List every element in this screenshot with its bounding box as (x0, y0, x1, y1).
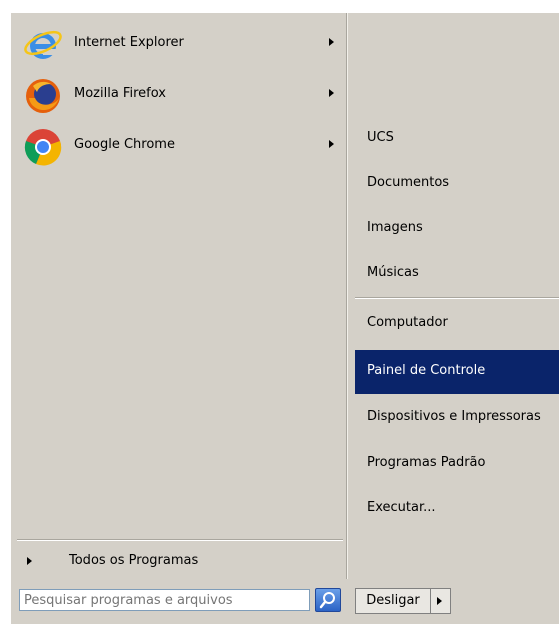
internet-explorer-icon (23, 25, 63, 65)
program-label: Mozilla Firefox (74, 86, 166, 101)
place-label: Computador (367, 315, 448, 330)
submenu-arrow-icon (329, 140, 334, 148)
place-item-musicas[interactable]: Músicas (355, 252, 559, 296)
place-item-ucs[interactable]: UCS (355, 117, 559, 161)
submenu-arrow-icon (329, 38, 334, 46)
search-button[interactable] (315, 588, 341, 612)
place-label: Imagens (367, 220, 423, 235)
shutdown-button[interactable]: Desligar (355, 588, 431, 614)
start-menu: Internet Explorer Mozilla Firefox Google… (10, 12, 559, 624)
place-item-executar[interactable]: Executar... (355, 487, 559, 531)
program-label: Internet Explorer (74, 35, 184, 50)
firefox-icon (23, 76, 63, 116)
bottom-bar: Desligar (11, 579, 559, 625)
place-label: UCS (367, 130, 394, 145)
place-label: Documentos (367, 175, 450, 190)
place-item-imagens[interactable]: Imagens (355, 207, 559, 251)
chevron-right-icon (437, 597, 442, 605)
places-separator (355, 297, 559, 299)
place-label: Músicas (367, 265, 419, 280)
place-label: Painel de Controle (367, 363, 486, 378)
pane-divider (347, 13, 348, 579)
place-item-computador[interactable]: Computador (355, 302, 559, 346)
place-label: Programas Padrão (367, 455, 486, 470)
place-item-painel-de-controle[interactable]: Painel de Controle (355, 350, 559, 394)
program-item-firefox[interactable]: Mozilla Firefox (11, 70, 347, 120)
shutdown-options-button[interactable] (431, 588, 451, 614)
search-input[interactable] (19, 589, 310, 611)
place-item-documentos[interactable]: Documentos (355, 162, 559, 206)
chrome-icon (23, 127, 63, 167)
shutdown-group: Desligar (355, 588, 451, 614)
place-label: Dispositivos e Impressoras (367, 409, 541, 424)
search-icon (319, 592, 335, 609)
programs-pane: Internet Explorer Mozilla Firefox Google… (11, 13, 347, 579)
place-label: Executar... (367, 500, 436, 515)
submenu-arrow-icon (329, 89, 334, 97)
place-item-dispositivos-e-impressoras[interactable]: Dispositivos e Impressoras (355, 396, 559, 440)
program-label: Google Chrome (74, 137, 175, 152)
programs-separator (17, 539, 343, 541)
program-item-internet-explorer[interactable]: Internet Explorer (11, 19, 347, 69)
all-programs-item[interactable]: Todos os Programas (11, 551, 347, 573)
program-item-google-chrome[interactable]: Google Chrome (11, 121, 347, 171)
expand-arrow-icon (27, 557, 32, 565)
all-programs-label: Todos os Programas (69, 553, 199, 568)
place-item-programas-padrao[interactable]: Programas Padrão (355, 442, 559, 486)
